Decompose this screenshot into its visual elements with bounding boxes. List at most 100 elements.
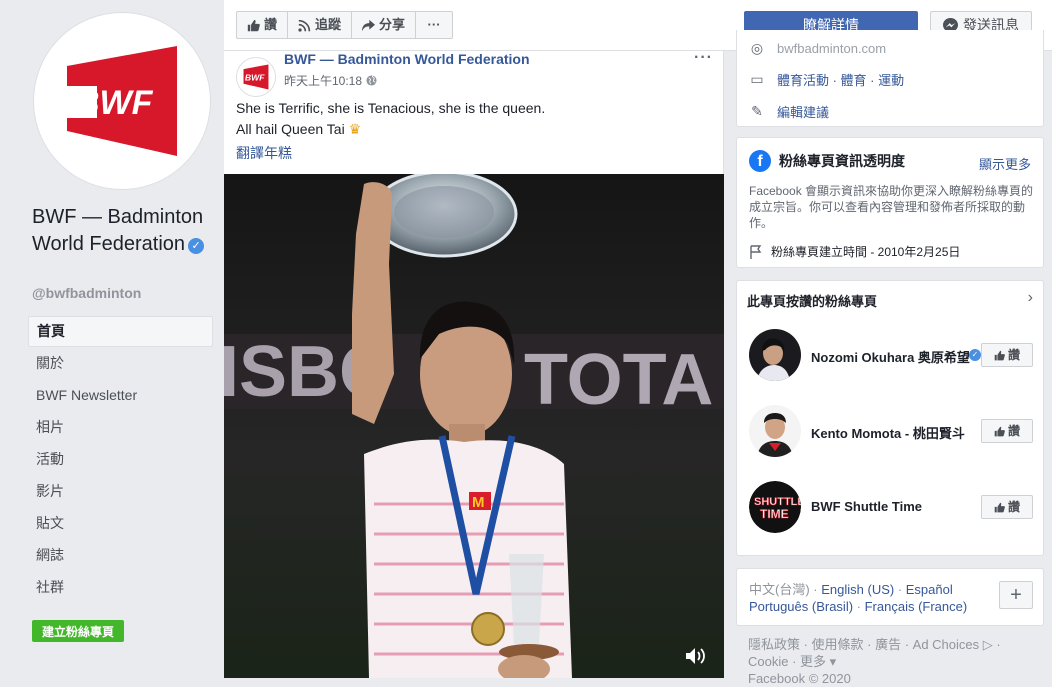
post-time-text[interactable]: 昨天上午10:18 bbox=[284, 72, 362, 89]
like-button[interactable]: 讚 bbox=[981, 419, 1033, 443]
language-list: 中文(台灣) · English (US) · Español Portuguê… bbox=[749, 582, 968, 614]
bwf-logo-small: BWF bbox=[243, 64, 269, 90]
suggest-edit-link[interactable]: 編輯建議 bbox=[777, 102, 829, 121]
liked-page-avatar[interactable]: SHUTTLE TIME bbox=[749, 481, 801, 533]
language-link-english[interactable]: English (US) bbox=[821, 582, 894, 597]
liked-pages-title[interactable]: 此專頁按讚的粉絲專頁 bbox=[747, 291, 877, 310]
nav-item[interactable]: 貼文 bbox=[28, 507, 213, 539]
like-page-button[interactable]: 讚 bbox=[236, 11, 289, 39]
rss-follow-icon bbox=[298, 19, 311, 32]
footer-copyright: Facebook © 2020 bbox=[748, 671, 851, 686]
like-button-label: 讚 bbox=[1007, 424, 1020, 438]
category-row: ▭ 體育活動 · 體育 · 運動 bbox=[749, 70, 904, 89]
page-profile-picture[interactable]: BWF bbox=[33, 12, 211, 190]
page-created-row: 粉絲專頁建立時間 - 2010年2月25日 bbox=[749, 243, 960, 260]
liked-page-item[interactable]: Kento Momota - 桃田賢斗 讚 bbox=[749, 405, 1033, 457]
page-created-text: 粉絲專頁建立時間 - 2010年2月25日 bbox=[771, 245, 961, 259]
post-options-icon[interactable]: ··· bbox=[694, 49, 713, 67]
kento-photo bbox=[749, 405, 801, 457]
share-label: 分享 bbox=[379, 17, 406, 32]
verified-badge-icon: ✓ bbox=[969, 349, 981, 361]
like-button[interactable]: 讚 bbox=[981, 495, 1033, 519]
action-button-group: 讚 追蹤 分享 ··· bbox=[236, 11, 454, 39]
liked-page-avatar[interactable] bbox=[749, 405, 801, 457]
post-message-line2: All hail Queen Tai bbox=[236, 121, 345, 137]
nav-item[interactable]: BWF Newsletter bbox=[28, 379, 213, 411]
website-row[interactable]: ◎ bwfbadminton.com bbox=[749, 40, 886, 57]
left-column: BWF BWF — Badminton World Federation ✓ @b… bbox=[0, 0, 224, 678]
like-label: 讚 bbox=[264, 17, 278, 32]
page-nav: 首頁 關於 BWF Newsletter 相片 活動 影片 貼文 網誌 社群 bbox=[28, 316, 213, 603]
nav-item[interactable]: 網誌 bbox=[28, 539, 213, 571]
post-photo[interactable]: ISBC TOTA M bbox=[224, 174, 724, 678]
nozomi-photo bbox=[749, 329, 801, 381]
more-dots-icon: ··· bbox=[427, 17, 441, 32]
website-link[interactable]: bwfbadminton.com bbox=[777, 41, 886, 56]
svg-text:M: M bbox=[472, 494, 485, 511]
sound-icon[interactable] bbox=[684, 646, 706, 666]
nav-item[interactable]: 相片 bbox=[28, 411, 213, 443]
page-footer: 隱私政策 · 使用條款 · 廣告 · Ad Choices ▷ · Cookie… bbox=[748, 636, 1040, 687]
liked-page-name[interactable]: Nozomi Okuhara 奥原希望 bbox=[811, 347, 971, 366]
nav-item[interactable]: 社群 bbox=[28, 571, 213, 603]
transparency-description: Facebook 會顯示資訊來協助你更深入瞭解粉絲專頁的成立宗旨。你可以查看內容… bbox=[749, 184, 1034, 230]
liked-page-name[interactable]: BWF Shuttle Time bbox=[811, 499, 971, 514]
language-link-portuguese[interactable]: Português (Brasil) bbox=[749, 599, 853, 614]
page-title[interactable]: BWF — Badminton World Federation ✓ bbox=[32, 204, 220, 257]
liked-page-avatar[interactable] bbox=[749, 329, 801, 381]
liked-page-item[interactable]: Nozomi Okuhara 奥原希望 ✓ 讚 bbox=[749, 329, 1033, 381]
share-button[interactable]: 分享 bbox=[351, 11, 417, 39]
follow-button[interactable]: 追蹤 bbox=[287, 11, 353, 39]
nav-item[interactable]: 影片 bbox=[28, 475, 213, 507]
like-button[interactable]: 讚 bbox=[981, 343, 1033, 367]
post-author-name[interactable]: BWF — Badminton World Federation bbox=[284, 51, 530, 67]
category-links[interactable]: 體育活動 · 體育 · 運動 bbox=[777, 70, 904, 89]
flag-icon bbox=[750, 244, 762, 259]
svg-text:TIME: TIME bbox=[760, 507, 789, 521]
see-more-link[interactable]: 顯示更多 bbox=[979, 154, 1031, 173]
like-button-label: 讚 bbox=[1007, 348, 1020, 362]
transparency-header: f 粉絲專頁資訊透明度 bbox=[749, 150, 905, 172]
language-link-french[interactable]: Français (France) bbox=[865, 599, 968, 614]
page-transparency-card: f 粉絲專頁資訊透明度 顯示更多 Facebook 會顯示資訊來協助你更深入瞭解… bbox=[736, 137, 1044, 268]
see-translation-link[interactable]: 翻譯年糕 bbox=[236, 143, 292, 163]
shuttle-time-logo: SHUTTLE TIME bbox=[749, 481, 801, 533]
follow-label: 追蹤 bbox=[315, 17, 342, 32]
transparency-title: 粉絲專頁資訊透明度 bbox=[779, 153, 905, 169]
post-message: She is Terrific, she is Tenacious, she i… bbox=[236, 98, 545, 140]
page-handle[interactable]: @bwfbadminton bbox=[32, 285, 141, 301]
thumbs-up-icon bbox=[994, 502, 1005, 512]
footer-links-2[interactable]: Cookie · 更多 ▾ bbox=[748, 653, 1040, 670]
post-timestamp[interactable]: 昨天上午10:18 bbox=[284, 72, 377, 89]
liked-page-item[interactable]: SHUTTLE TIME BWF Shuttle Time 讚 bbox=[749, 481, 1033, 533]
liked-page-name[interactable]: Kento Momota - 桃田賢斗 bbox=[811, 423, 971, 442]
svg-text:TOTA: TOTA bbox=[524, 340, 713, 420]
language-link-spanish[interactable]: Español bbox=[906, 582, 953, 597]
footer-links-1[interactable]: 隱私政策 · 使用條款 · 廣告 · Ad Choices ▷ · bbox=[748, 636, 1040, 653]
nav-item[interactable]: 關於 bbox=[28, 347, 213, 379]
thumbs-up-icon bbox=[994, 426, 1005, 436]
suggest-edit-row[interactable]: ✎ 編輯建議 bbox=[749, 102, 829, 121]
language-card: 中文(台灣) · English (US) · Español Portuguê… bbox=[736, 568, 1044, 626]
more-options-button[interactable]: ··· bbox=[415, 11, 454, 39]
post-card: BWF BWF — Badminton World Federation 昨天上… bbox=[224, 49, 724, 678]
chevron-right-icon[interactable]: › bbox=[1028, 289, 1033, 307]
svg-text:BWF: BWF bbox=[75, 84, 154, 122]
globe-icon bbox=[366, 75, 377, 86]
thumbs-up-icon bbox=[247, 19, 260, 31]
nav-item[interactable]: 活動 bbox=[28, 443, 213, 475]
verified-badge-icon: ✓ bbox=[188, 237, 205, 254]
nav-item[interactable]: 首頁 bbox=[28, 316, 213, 347]
about-card: ◎ bwfbadminton.com ▭ 體育活動 · 體育 · 運動 ✎ 編輯… bbox=[736, 30, 1044, 127]
svg-text:BWF: BWF bbox=[245, 72, 265, 82]
create-page-button[interactable]: 建立粉絲專頁 bbox=[32, 620, 125, 642]
page-title-text[interactable]: BWF — Badminton World Federation bbox=[32, 206, 203, 255]
pencil-icon: ✎ bbox=[751, 103, 763, 119]
add-language-button[interactable]: + bbox=[999, 581, 1033, 609]
facebook-logo-icon: f bbox=[749, 150, 771, 172]
page-category-icon: ▭ bbox=[750, 71, 764, 87]
globe-link-icon: ◎ bbox=[750, 40, 764, 56]
current-language: 中文(台灣) bbox=[749, 582, 810, 597]
post-author-avatar[interactable]: BWF bbox=[236, 57, 276, 97]
crown-emoji-icon: ♛ bbox=[348, 121, 362, 137]
